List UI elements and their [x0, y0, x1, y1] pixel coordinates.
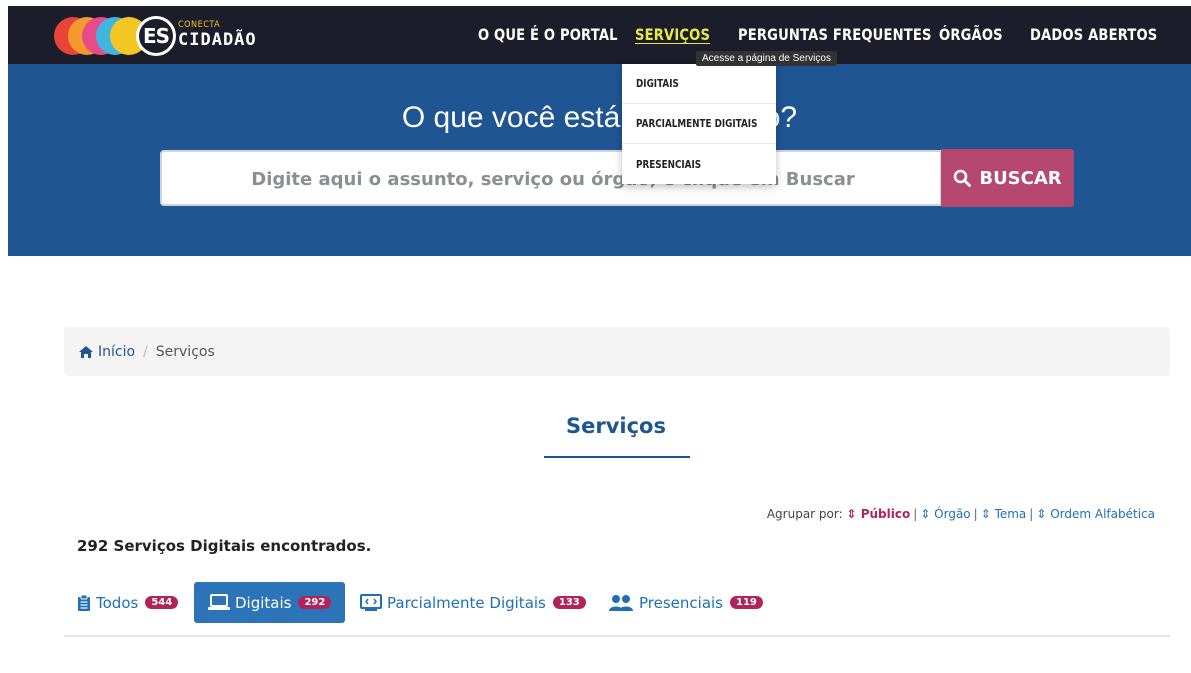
code-monitor-icon — [360, 593, 382, 611]
breadcrumb-home-link[interactable]: Início — [78, 344, 135, 360]
search-button-label: BUSCAR — [979, 167, 1062, 189]
tab-todos-label: Todos — [96, 593, 139, 612]
nav-servicos[interactable]: SERVIÇOS — [635, 25, 710, 44]
nav-o-que-e-o-portal[interactable]: O QUE É O PORTAL — [478, 25, 618, 44]
hero-title: O que você está procurando? — [401, 101, 798, 134]
title-underline — [544, 456, 690, 458]
search-box — [160, 150, 944, 206]
brand-small-text: CONECTA — [178, 20, 221, 30]
group-by-bar: Agrupar por: ⇕ Público | ⇕ Órgão | ⇕ Tema | ⇕ … — [766, 507, 1155, 521]
clipboard-list-icon — [78, 594, 90, 611]
hero-search-section: O que você está procurando? BUSCAR — [8, 64, 1191, 256]
nav-perguntas-frequentes[interactable]: PERGUNTAS FREQUENTES — [738, 25, 932, 44]
logo-es-mark: ES — [136, 16, 176, 56]
search-button[interactable]: BUSCAR — [941, 149, 1074, 207]
search-input[interactable] — [162, 152, 944, 206]
tab-parcialmente-digitais-label: Parcialmente Digitais — [387, 593, 546, 612]
tab-presenciais[interactable]: Presenciais 119 — [608, 582, 763, 623]
home-icon — [79, 345, 93, 358]
servicos-dropdown-menu: DIGITAIS PARCIALMENTE DIGITAIS PRESENCIA… — [622, 64, 776, 184]
nav-orgaos[interactable]: ÓRGÃOS — [939, 25, 1003, 44]
servicos-tooltip: Acesse a página de Serviços — [696, 51, 837, 66]
group-by-publico[interactable]: ⇕ Público — [846, 507, 910, 521]
top-navbar: ES CONECTA CIDADÃO O QUE É O PORTAL SERV… — [8, 6, 1191, 64]
breadcrumb-separator: / — [143, 343, 148, 360]
nav-dados-abertos[interactable]: DADOS ABERTOS — [1030, 25, 1157, 44]
tab-digitais-count: 292 — [298, 596, 332, 609]
breadcrumb: Início / Serviços — [64, 327, 1170, 376]
dropdown-item-digitais[interactable]: DIGITAIS — [622, 64, 776, 104]
tab-presenciais-count: 119 — [730, 596, 763, 609]
page-title: Serviços — [566, 414, 666, 438]
tab-digitais-label: Digitais — [235, 593, 292, 612]
site-logo[interactable]: ES CONECTA CIDADÃO — [54, 12, 264, 60]
brand-name: CIDADÃO — [178, 30, 257, 50]
tab-parcialmente-digitais-count: 133 — [552, 596, 586, 609]
service-type-tabs: Todos 544 Digitais 292 Parcialmente Digi… — [64, 582, 1170, 637]
tab-presenciais-label: Presenciais — [639, 593, 723, 612]
group-by-ordem-alfabetica[interactable]: ⇕ Ordem Alfabética — [1036, 507, 1155, 521]
group-by-tema[interactable]: ⇕ Tema — [981, 507, 1027, 521]
breadcrumb-current: Serviços — [155, 343, 215, 360]
dropdown-item-parcialmente-digitais[interactable]: PARCIALMENTE DIGITAIS — [622, 104, 776, 144]
tab-todos[interactable]: Todos 544 — [77, 582, 179, 623]
results-count: 292 Serviços Digitais encontrados. — [77, 537, 372, 555]
search-icon — [954, 169, 972, 187]
group-by-label: Agrupar por: — [766, 507, 843, 521]
users-icon — [609, 594, 633, 611]
dropdown-item-presenciais[interactable]: PRESENCIAIS — [622, 144, 776, 184]
tab-digitais[interactable]: Digitais 292 — [194, 582, 346, 623]
tab-todos-count: 544 — [145, 596, 179, 609]
breadcrumb-home-label: Início — [98, 343, 136, 360]
laptop-icon — [208, 594, 230, 610]
tab-parcialmente-digitais[interactable]: Parcialmente Digitais 133 — [360, 582, 586, 623]
group-by-orgao[interactable]: ⇕ Órgão — [920, 507, 970, 521]
